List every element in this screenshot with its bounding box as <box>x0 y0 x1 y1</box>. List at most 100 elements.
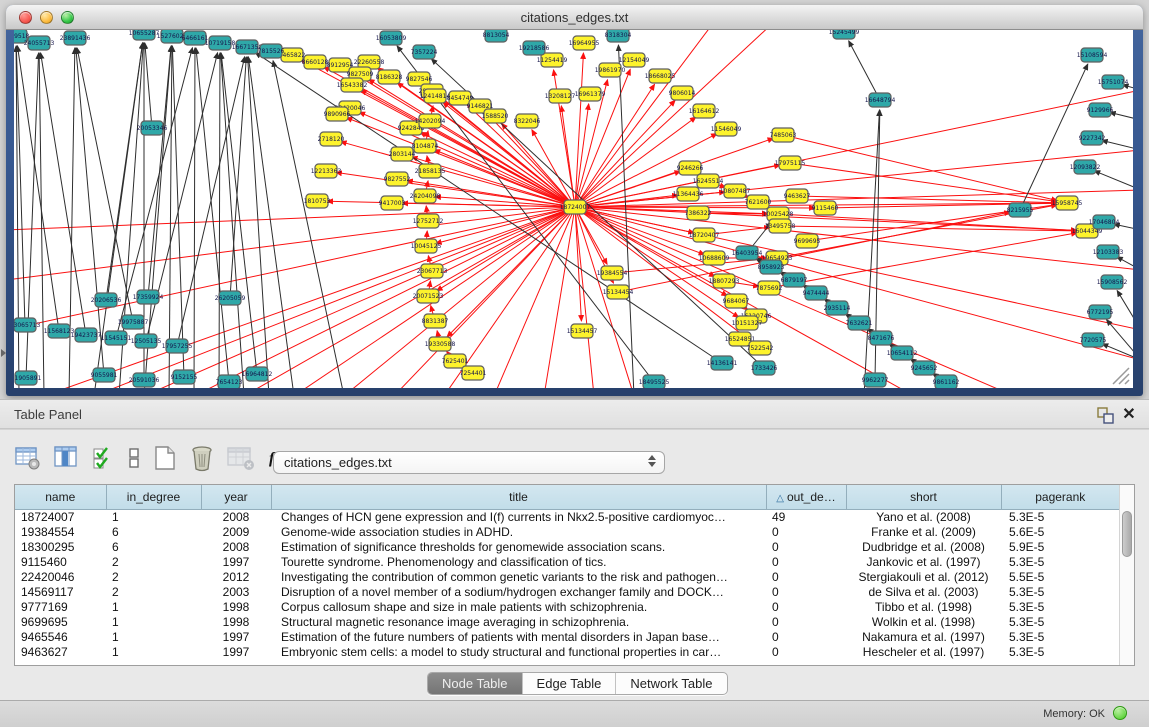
column-header-title[interactable]: title <box>271 485 766 509</box>
table-cell[interactable]: 1998 <box>201 599 271 614</box>
graph-node[interactable]: 20206536 <box>91 293 122 307</box>
graph-node[interactable]: 1588520 <box>482 109 509 123</box>
table-cell[interactable]: 1 <box>106 629 201 644</box>
graph-node[interactable]: 11568123 <box>44 324 75 338</box>
column-header-in-degree[interactable]: in_degree <box>106 485 201 509</box>
graph-node[interactable]: 9684067 <box>723 294 750 308</box>
table-cell[interactable]: 9463627 <box>15 644 106 659</box>
table-mode-icon[interactable] <box>14 445 42 471</box>
window-resize-grip[interactable] <box>1109 364 1131 386</box>
graph-node[interactable]: 12752712 <box>413 214 444 228</box>
graph-node[interactable]: 6772195 <box>1087 305 1114 319</box>
table-cell[interactable]: Wolkin et al. (1998) <box>846 614 1001 629</box>
table-cell[interactable]: 1997 <box>201 554 271 569</box>
graph-node[interactable]: 9129966 <box>1087 103 1114 117</box>
select-columns-icon[interactable] <box>92 445 116 471</box>
table-cell[interactable]: Changes of HCN gene expression and I(f) … <box>271 509 766 524</box>
table-cell[interactable]: 2 <box>106 554 201 569</box>
graph-node[interactable]: 9227342 <box>1079 131 1106 145</box>
table-row[interactable]: 1456911722003Disruption of a novel membe… <box>15 584 1119 599</box>
column-header-out-degree[interactable]: △out_de… <box>766 485 846 509</box>
tab-edge-table[interactable]: Edge Table <box>523 673 617 694</box>
table-cell[interactable]: 5.3E-5 <box>1001 584 1119 599</box>
table-cell[interactable]: Jankovic et al. (1997) <box>846 554 1001 569</box>
graph-node[interactable]: 8831387 <box>422 314 449 328</box>
table-cell[interactable]: Dudbridge et al. (2008) <box>846 539 1001 554</box>
table-cell[interactable]: Nakamura et al. (1997) <box>846 629 1001 644</box>
graph-node[interactable]: 20591036 <box>129 373 160 387</box>
table-row[interactable]: 1830029562008Estimation of significance … <box>15 539 1119 554</box>
graph-node[interactable]: 19861970 <box>595 63 626 77</box>
table-cell[interactable]: Disruption of a novel member of a sodium… <box>271 584 766 599</box>
graph-node[interactable]: 17975115 <box>775 156 806 170</box>
column-header-short[interactable]: short <box>846 485 1001 509</box>
table-cell[interactable]: 1997 <box>201 629 271 644</box>
graph-node[interactable]: 7632621 <box>846 316 873 330</box>
create-column-icon[interactable] <box>152 444 178 472</box>
graph-node[interactable]: 15958745 <box>1052 196 1083 210</box>
table-cell[interactable]: 9699695 <box>15 614 106 629</box>
table-cell[interactable]: Franke et al. (2009) <box>846 524 1001 539</box>
table-cell[interactable]: 0 <box>766 629 846 644</box>
graph-node[interactable]: 8660128 <box>302 55 329 69</box>
table-cell[interactable]: 0 <box>766 599 846 614</box>
table-cell[interactable]: 0 <box>766 524 846 539</box>
table-cell[interactable]: 0 <box>766 644 846 659</box>
table-cell[interactable]: 5.3E-5 <box>1001 614 1119 629</box>
graph-node[interactable]: 14202094 <box>415 114 446 128</box>
graph-node[interactable]: 2935114 <box>824 301 851 315</box>
graph-node[interactable]: 15108594 <box>1077 48 1108 62</box>
network-graph-svg[interactable]: 1872400774658228660128891295422260558982… <box>14 30 1133 388</box>
graph-node[interactable]: 10045125 <box>411 239 442 253</box>
tab-node-table[interactable]: Node Table <box>428 673 523 694</box>
graph-node[interactable]: 9699695 <box>794 234 821 248</box>
graph-node[interactable]: 10655287 <box>129 30 160 40</box>
table-cell[interactable]: 1 <box>106 599 201 614</box>
graph-node[interactable]: 7875692 <box>756 281 783 295</box>
float-panel-icon[interactable] <box>1095 406 1117 425</box>
graph-node[interactable]: 9890966 <box>324 107 351 121</box>
graph-node[interactable]: 20053346 <box>137 121 168 135</box>
graph-node[interactable]: 15134457 <box>567 324 598 338</box>
table-cell[interactable]: 0 <box>766 614 846 629</box>
graph-node[interactable]: 19423737 <box>71 328 102 342</box>
graph-node[interactable]: 7720575 <box>1080 333 1107 347</box>
graph-node[interactable]: 8318304 <box>605 30 632 42</box>
graph-node[interactable]: 13495758 <box>765 219 796 233</box>
graph-node[interactable]: 9417003 <box>379 196 406 210</box>
table-cell[interactable]: de Silva et al. (2003) <box>846 584 1001 599</box>
graph-node[interactable]: 12414814 <box>420 89 451 103</box>
graph-node[interactable]: 7254401 <box>460 366 487 380</box>
close-panel-icon[interactable]: ✕ <box>1120 404 1138 425</box>
graph-node[interactable]: 19975887 <box>118 315 149 329</box>
network-view-window[interactable]: citations_edges.txt 18724007746582286601… <box>6 5 1143 396</box>
graph-node[interactable]: 12154049 <box>619 53 650 67</box>
table-cell[interactable]: 18724007 <box>15 509 106 524</box>
table-cell[interactable]: 2003 <box>201 584 271 599</box>
network-window-titlebar[interactable]: citations_edges.txt <box>6 5 1143 30</box>
table-cell[interactable]: Hescheler et al. (1997) <box>846 644 1001 659</box>
row-height-icon[interactable] <box>127 445 141 471</box>
table-cell[interactable]: 14569117 <box>15 584 106 599</box>
graph-node[interactable]: 18807293 <box>709 274 740 288</box>
graph-node[interactable]: 1733426 <box>751 361 778 375</box>
graph-node[interactable]: 23065713 <box>14 318 40 332</box>
graph-node[interactable]: 9463627 <box>784 189 811 203</box>
graph-node[interactable]: 19384554 <box>597 266 628 280</box>
table-row[interactable]: 946554611997Estimation of the future num… <box>15 629 1119 644</box>
table-cell[interactable]: 9115460 <box>15 554 106 569</box>
table-cell[interactable]: 0 <box>766 569 846 584</box>
graph-node[interactable]: 12505135 <box>131 334 162 348</box>
network-canvas[interactable]: 1872400774658228660128891295422260558982… <box>14 30 1133 388</box>
column-header-year[interactable]: year <box>201 485 271 509</box>
table-row[interactable]: 977716911998Corpus callosum shape and si… <box>15 599 1119 614</box>
tab-network-table[interactable]: Network Table <box>616 673 726 694</box>
graph-node[interactable]: 8104874 <box>412 139 439 153</box>
graph-node[interactable]: 24055713 <box>24 36 55 50</box>
graph-node[interactable]: 9152155 <box>171 370 198 384</box>
table-cell[interactable]: Stergiakouli et al. (2012) <box>846 569 1001 584</box>
table-cell[interactable]: 9777169 <box>15 599 106 614</box>
table-cell[interactable]: 0 <box>766 539 846 554</box>
table-cell[interactable]: 9465546 <box>15 629 106 644</box>
table-cell[interactable]: 22420046 <box>15 569 106 584</box>
